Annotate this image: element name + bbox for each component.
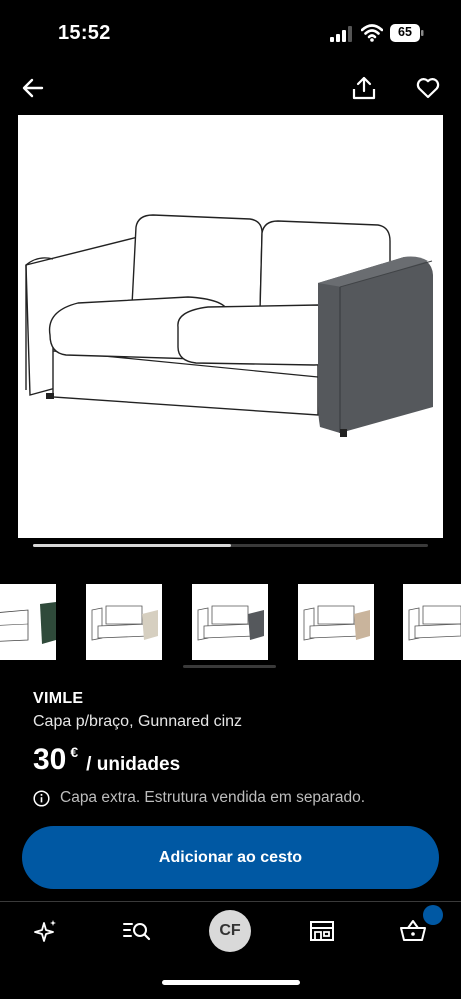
thumbnail-white-armrest[interactable]	[403, 584, 461, 660]
sofa-illustration	[25, 214, 433, 437]
price-currency: €	[70, 744, 79, 760]
info-note: Capa extra. Estrutura vendida em separad…	[33, 789, 365, 807]
share-button[interactable]	[346, 70, 382, 106]
add-to-basket-button[interactable]: Adicionar ao cesto	[22, 826, 439, 889]
search-list-icon	[123, 923, 151, 941]
favourite-button[interactable]	[410, 70, 446, 106]
back-button[interactable]	[15, 70, 51, 106]
home-indicator[interactable]	[162, 980, 300, 985]
tab-stores[interactable]	[302, 912, 342, 950]
thumbnail-scroll-indicator	[183, 665, 276, 668]
product-image[interactable]	[18, 115, 443, 538]
sparkle-icon	[34, 920, 56, 942]
battery-level: 65	[398, 25, 412, 39]
thumbnail-green-armrest[interactable]	[0, 584, 56, 660]
tab-inspiration[interactable]	[26, 912, 66, 950]
wifi-icon	[361, 24, 383, 42]
product-description: Capa p/braço, Gunnared cinz	[33, 713, 243, 730]
share-icon	[352, 76, 376, 100]
product-brand: VIMLE	[33, 690, 84, 707]
info-icon[interactable]	[33, 789, 50, 807]
price-unit: / unidades	[86, 754, 181, 775]
thumbnail-tan-armrest[interactable]	[298, 584, 374, 660]
tab-search[interactable]	[117, 912, 157, 950]
thumbnail-beige-armrest[interactable]	[86, 584, 162, 660]
price-value: 30	[33, 743, 67, 776]
basket-icon	[400, 920, 426, 941]
thumbnail-grey-armrest[interactable]	[192, 584, 268, 660]
tabbar-divider	[0, 901, 461, 902]
store-icon	[310, 921, 334, 941]
battery-icon: 65	[390, 24, 424, 42]
info-note-text: Capa extra. Estrutura vendida em separad…	[60, 789, 366, 806]
basket-badge	[423, 905, 443, 925]
price-row: 30 € / unidades	[33, 742, 180, 778]
heart-icon	[416, 78, 440, 99]
gallery-progress-fill	[33, 544, 231, 547]
cellular-signal-icon	[330, 26, 352, 42]
arrow-left-icon	[22, 78, 44, 98]
avatar[interactable]: CF	[209, 910, 251, 952]
status-time: 15:52	[58, 22, 111, 44]
